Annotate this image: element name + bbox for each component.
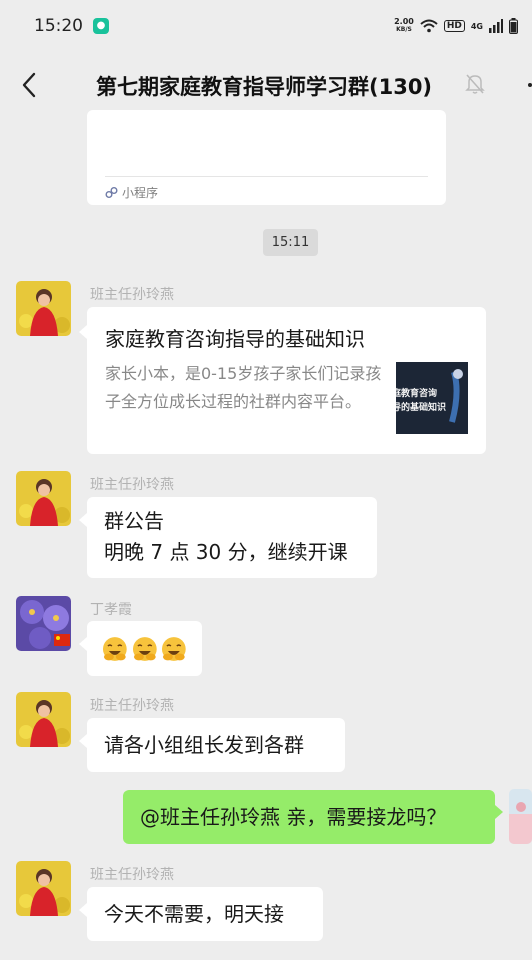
avatar[interactable] (16, 692, 71, 747)
message-bubble[interactable]: 请各小组组长发到各群 (79, 718, 345, 772)
announcement-title: 群公告 (104, 509, 164, 533)
emoji-row (101, 621, 188, 676)
link-card[interactable]: 家庭教育咨询指导的基础知识 家长小本，是0-15岁孩子家长们记录孩子全方位成长过… (79, 307, 486, 454)
message-timestamp: 15:11 (263, 229, 318, 256)
chat-header: 第七期家庭教育指导师学习群(130) (0, 52, 532, 118)
laughing-emoji-icon (102, 636, 127, 661)
mini-program-text: 小程序 (122, 186, 159, 200)
wifi-icon (420, 19, 438, 33)
chat-title[interactable]: 第七期家庭教育指导师学习群(130) (96, 71, 432, 101)
avatar[interactable] (16, 471, 71, 526)
self-message-bubble[interactable]: @班主任孙玲燕 亲，需要接龙吗？ (123, 790, 503, 844)
sender-name: 丁孝霞 (90, 602, 132, 618)
avatar[interactable] (16, 281, 71, 336)
network-speed-value: 2.00 (394, 17, 414, 26)
message-bubble[interactable]: 群公告 明晚 7 点 30 分，继续开课 (79, 497, 377, 578)
link-thumbnail: 庭教育咨询 导的基础知识 (396, 362, 468, 434)
self-avatar[interactable] (509, 789, 532, 844)
laughing-emoji-icon (132, 636, 157, 661)
network-type: 4G (470, 21, 483, 31)
card-divider (105, 176, 428, 177)
hd-badge: HD (443, 20, 465, 32)
message-bubble[interactable]: 今天不需要，明天接 (79, 887, 323, 941)
status-bar: 15:20 ● 2.00 KB/S HD 4G (0, 0, 532, 52)
more-icon[interactable] (522, 80, 532, 90)
sender-name: 班主任孙玲燕 (90, 477, 174, 493)
network-speed: 2.00 KB/S (394, 18, 414, 34)
network-speed-unit: KB/S (396, 26, 412, 33)
laughing-emoji-icon (162, 636, 187, 661)
mini-program-icon (105, 187, 118, 198)
link-description: 家长小本，是0-15岁孩子家长们记录孩子全方位成长过程的社群内容平台。 (105, 364, 382, 411)
signal-icon (489, 19, 503, 33)
message-bubble[interactable] (79, 621, 202, 676)
sender-name: 班主任孙玲燕 (90, 867, 174, 883)
battery-icon (509, 18, 518, 34)
back-arrow-icon[interactable] (16, 68, 46, 102)
mute-bell-icon (465, 74, 485, 94)
mini-program-card[interactable]: 小程序 (87, 110, 446, 205)
avatar[interactable] (16, 954, 71, 960)
mini-program-label: 小程序 (105, 184, 158, 201)
sender-name: 班主任孙玲燕 (90, 698, 174, 714)
avatar[interactable] (16, 861, 71, 916)
link-title: 家庭教育咨询指导的基础知识 (105, 327, 365, 351)
wechat-notification-icon: ● (93, 18, 109, 34)
status-indicators: 2.00 KB/S HD 4G (394, 18, 518, 34)
thumbnail-text-2: 导的基础知识 (396, 403, 447, 413)
sender-name: 班主任孙玲燕 (90, 287, 174, 303)
announcement-body: 明晚 7 点 30 分，继续开课 (104, 540, 348, 564)
status-time: 15:20 (34, 16, 83, 36)
thumbnail-text-1: 庭教育咨询 (396, 389, 438, 399)
avatar[interactable] (16, 596, 71, 651)
